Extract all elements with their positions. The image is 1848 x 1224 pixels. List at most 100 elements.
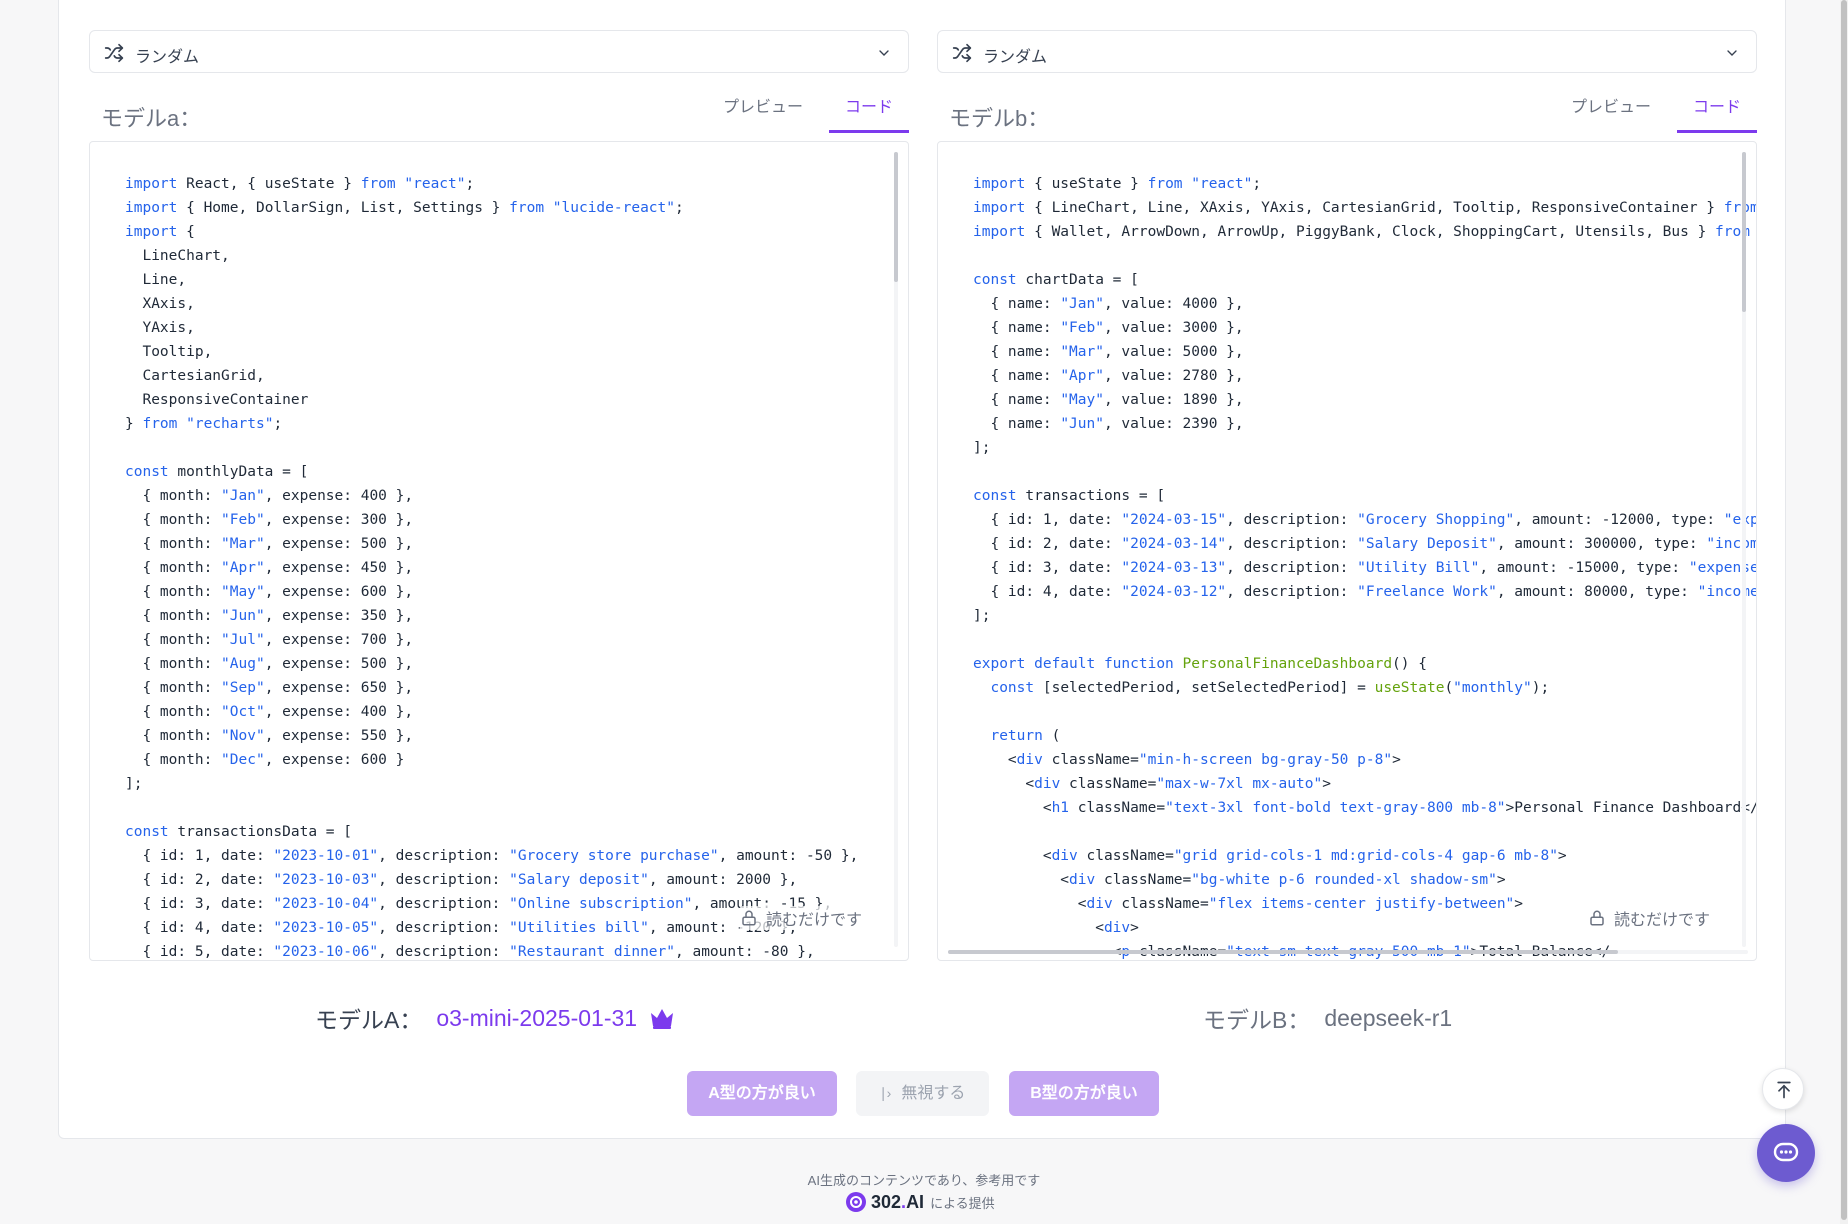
vertical-scrollbar[interactable]: [894, 152, 898, 947]
model-b-name-row: モデルB： deepseek-r1: [1203, 1001, 1464, 1035]
code-token: Tooltip,: [125, 344, 213, 360]
code-token: "react": [404, 176, 466, 192]
code-token: "2023-10-01": [273, 848, 379, 864]
page-scrollbar-thumb[interactable]: [1841, 0, 1847, 1220]
code-token: PersonalFinanceDashboard: [1182, 656, 1393, 672]
code-token: { id: 4, date:: [125, 920, 274, 936]
code-token: className=: [1069, 800, 1166, 816]
code-token: from: [142, 416, 178, 432]
model-b-prefix: モデルB：: [1203, 1007, 1311, 1033]
code-line: { id: 2, date: "2023-10-03", description…: [125, 868, 858, 892]
code-token: { name:: [973, 368, 1061, 384]
code-line: { id: 2, date: "2024-03-14", description…: [973, 532, 1756, 556]
code-token: ;: [675, 200, 684, 216]
code-token: "2023-10-04": [273, 896, 379, 912]
code-token: import: [973, 224, 1026, 240]
code-token: , value: 2780 },: [1103, 368, 1244, 384]
code-token: monthlyData = [: [168, 464, 309, 480]
footer-brand[interactable]: 302.AI による提供: [845, 1191, 995, 1213]
code-token: "text-3xl font-bold text-gray-800 mb-8": [1165, 800, 1506, 816]
skip-forward-icon: ∣›: [879, 1085, 892, 1102]
code-token: <: [973, 848, 1052, 864]
code-token: { month:: [125, 680, 222, 696]
code-line: <div className="max-w-7xl mx-auto">: [973, 772, 1756, 796]
model-a-select[interactable]: ランダム: [89, 30, 909, 73]
code-token: { month:: [125, 656, 222, 672]
scrollbar-thumb[interactable]: [894, 152, 898, 282]
code-token: className=: [1077, 848, 1174, 864]
model-a-name-row: モデルA： o3-mini-2025-01-31: [315, 1001, 675, 1035]
code-token: "bg-white p-6 rounded-xl shadow-sm": [1191, 872, 1497, 888]
scrollbar-thumb[interactable]: [1742, 152, 1746, 312]
b-better-button[interactable]: B型の方が良い: [1009, 1071, 1159, 1116]
vertical-scrollbar[interactable]: [1742, 152, 1746, 947]
code-token: "2023-10-06": [273, 944, 379, 960]
tab-code[interactable]: コード: [828, 95, 909, 133]
code-token: div: [1103, 920, 1131, 936]
code-token: , expense: 600 }: [264, 752, 405, 768]
code-content: import { useState } from "react"; import …: [973, 172, 1757, 960]
code-token: "grid grid-cols-1 md:grid-cols-4 gap-6 m…: [1173, 848, 1558, 864]
code-line: { month: "Sep", expense: 650 },: [125, 676, 858, 700]
code-line: { id: 4, date: "2024-03-12", description…: [973, 580, 1757, 604]
code-token: "Mar": [221, 536, 265, 552]
code-token: { month:: [125, 752, 222, 768]
code-token: import: [125, 224, 178, 240]
model-b-select[interactable]: ランダム: [937, 30, 1757, 73]
scroll-to-top-button[interactable]: [1762, 1068, 1804, 1110]
tab-preview[interactable]: プレビュー: [707, 95, 819, 133]
code-line: { name: "Feb", value: 3000 },: [973, 316, 1756, 340]
model-a-tabs: プレビュー コード: [697, 95, 909, 135]
code-line: { name: "Apr", value: 2780 },: [973, 364, 1756, 388]
scrollbar-thumb[interactable]: [948, 950, 1618, 954]
code-token: "Dec": [221, 752, 265, 768]
code-token: "Apr": [221, 560, 265, 576]
code-token: ResponsiveContainer: [125, 392, 309, 408]
code-viewer-b[interactable]: import { useState } from "react"; import …: [937, 141, 1757, 961]
code-token: }: [125, 416, 143, 432]
code-token: from: [1147, 176, 1183, 192]
code-line: const chartData = [: [973, 268, 1756, 292]
code-token: (: [1444, 680, 1454, 696]
code-token: "Grocery Shopping": [1357, 512, 1515, 528]
code-token: "Feb": [221, 512, 265, 528]
tab-code[interactable]: コード: [1676, 95, 1757, 133]
code-token: const: [125, 824, 169, 840]
code-line: return (: [973, 724, 1756, 748]
chat-button[interactable]: [1757, 1124, 1815, 1182]
code-token: import: [973, 200, 1026, 216]
code-line: YAxis,: [125, 316, 858, 340]
tab-preview[interactable]: プレビュー: [1555, 95, 1667, 133]
a-better-button[interactable]: A型の方が良い: [687, 1071, 837, 1116]
code-line: Tooltip,: [125, 340, 858, 364]
code-token: "Apr": [1060, 368, 1104, 384]
code-token: , amount: 2000 },: [648, 872, 798, 888]
code-token: { id: 5, date:: [125, 944, 274, 960]
code-line: export default function PersonalFinanceD…: [973, 652, 1756, 676]
lock-icon: [1590, 910, 1604, 926]
code-line: { month: "Apr", expense: 450 },: [125, 556, 858, 580]
code-line: import { LineChart, Line, XAxis, YAxis, …: [973, 196, 1757, 220]
brand-num: 302: [871, 1191, 902, 1212]
code-viewer-a[interactable]: import React, { useState } from "react";…: [89, 141, 909, 961]
skip-button[interactable]: ∣› 無視する: [856, 1071, 989, 1116]
code-token: ;: [273, 416, 283, 432]
code-token: <: [973, 872, 1070, 888]
code-token: { id: 2, date:: [125, 872, 274, 888]
page-scrollbar[interactable]: [1840, 0, 1848, 1224]
code-token: from: [1723, 200, 1757, 216]
code-token: { id: 1, date:: [125, 848, 274, 864]
code-token: YAxis,: [125, 320, 195, 336]
code-token: "income: [1697, 584, 1757, 600]
code-token: "exp: [1723, 512, 1757, 528]
code-token: "flex items-center justify-between": [1208, 896, 1515, 912]
code-token: , amount: 80000, type:: [1496, 584, 1698, 600]
code-line: { name: "Jan", value: 4000 },: [973, 292, 1756, 316]
code-token: export default function: [973, 656, 1174, 672]
horizontal-scrollbar[interactable]: [948, 950, 1748, 954]
